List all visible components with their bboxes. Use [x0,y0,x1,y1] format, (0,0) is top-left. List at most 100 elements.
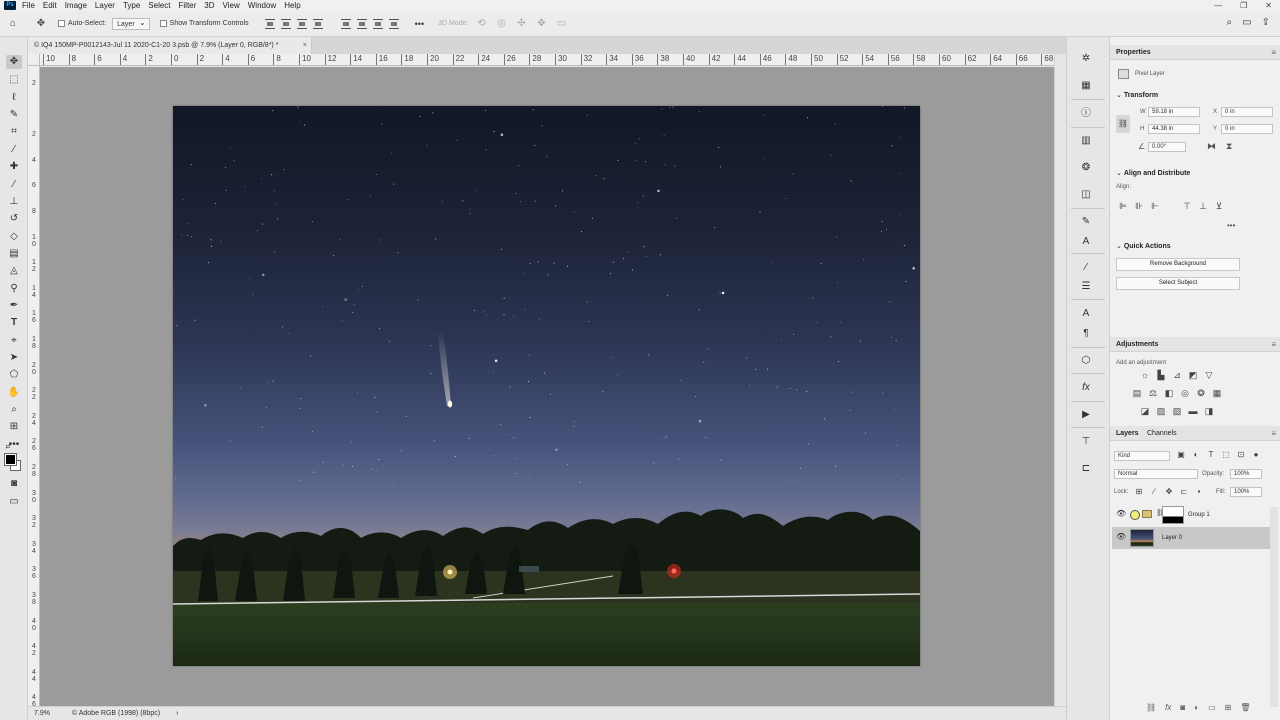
lock-all-icon[interactable]: ▪ [1194,487,1204,496]
lasso-tool-icon[interactable]: ℓ [6,91,22,105]
artboard-tool-icon[interactable]: ⊞ [6,420,22,434]
vertical-ruler[interactable]: 2 2 4 6 8 1 0 1 2 1 4 1 6 1 8 2 0 2 2 2 4 2 6 2 8 3 0 3 … [28,66,40,706]
x-field[interactable]: 0 in [1221,107,1273,117]
selective-color-icon[interactable]: ◨ [1204,406,1214,417]
channel-mixer-icon[interactable]: ❂ [1196,388,1206,399]
menu-file[interactable]: File [22,0,35,11]
curves-icon[interactable]: ⊿ [1172,370,1182,381]
opacity-field[interactable]: 100% [1230,469,1262,479]
color-icon[interactable]: ❂ [1073,161,1099,175]
menu-edit[interactable]: Edit [43,0,57,11]
filter-shape-icon[interactable]: ⬚ [1221,450,1231,459]
layer-row-layer-0[interactable]: 👁 Layer 0 [1112,527,1270,549]
group-mask-thumbnail[interactable] [1162,506,1184,524]
ruler-origin[interactable] [28,54,40,66]
flip-horizontal-icon[interactable]: ⧓ [1207,141,1216,152]
close-button[interactable]: ✕ [1265,0,1272,11]
visibility-eye-icon[interactable]: 👁 [1116,532,1126,541]
move-tool-icon[interactable]: ✥ [6,55,22,69]
align-more-button[interactable]: ••• [1227,221,1235,230]
posterize-icon[interactable]: ▨ [1156,406,1166,417]
color-lookup-icon[interactable]: ▦ [1212,388,1222,399]
menu-filter[interactable]: Filter [179,0,197,11]
menu-type[interactable]: Type [123,0,140,11]
photo-filter-icon[interactable]: ◎ [1180,388,1190,399]
exposure-icon[interactable]: ◩ [1188,370,1198,381]
path-select-tool-icon[interactable]: ⌖ [6,334,22,348]
info-icon[interactable]: ⓘ [1073,107,1099,121]
align-hcenter-icon[interactable] [280,18,291,29]
paragraph-icon[interactable]: ¶ [1073,327,1099,341]
properties-menu-icon[interactable]: ≡ [1271,45,1276,60]
workspace-icon[interactable]: ▭ [1242,17,1251,28]
visibility-eye-icon[interactable]: 👁 [1116,509,1126,518]
filter-toggle-icon[interactable]: ● [1251,450,1261,459]
distribute-h-icon[interactable] [312,18,323,29]
menu-help[interactable]: Help [284,0,300,11]
hue-saturation-icon[interactable]: ▤ [1132,388,1142,399]
navigator-icon[interactable]: ✲ [1073,52,1099,66]
pen-tool-icon[interactable]: ✒ [6,299,22,313]
new-layer-icon[interactable]: ⊞ [1225,703,1232,712]
more-options-button[interactable]: ••• [415,19,424,29]
align-bottom-icon[interactable] [372,18,383,29]
lock-artboard-icon[interactable]: ⊏ [1179,487,1189,496]
filter-smart-icon[interactable]: ⊡ [1236,450,1246,459]
3d-panel-icon[interactable]: ⬡ [1073,354,1099,368]
lock-pixels-icon[interactable]: ∕ [1149,487,1159,496]
quick-select-tool-icon[interactable]: ✎ [6,108,22,122]
panel-align-top-icon[interactable]: ⊤ [1182,201,1192,212]
menu-window[interactable]: Window [248,0,276,11]
path-select-arrow-icon[interactable]: ➤ [6,351,22,365]
tab-channels[interactable]: Channels [1147,426,1177,441]
layer-row-group-1[interactable]: 👁 ⛓ Group 1 [1112,504,1270,526]
auto-select-dropdown[interactable]: Layer [112,17,150,30]
foreground-color-swatch[interactable] [5,454,16,465]
character-icon[interactable]: A [1073,307,1099,321]
share-icon[interactable]: ⇪ [1262,17,1270,28]
close-tab-icon[interactable]: × [303,37,307,54]
document-tab[interactable]: © IQ4 150MP-P0012143-Jul 11 2020-C1-20 3… [28,37,312,54]
status-menu-arrow[interactable]: › [176,707,178,720]
blur-tool-icon[interactable]: ◬ [6,264,22,278]
gradient-tool-icon[interactable]: ▤ [6,247,22,261]
layer-style-fx-icon[interactable]: fx [1165,703,1171,712]
character-styles-icon[interactable]: A [1073,235,1099,249]
new-adjustment-icon[interactable]: ◐ [1194,703,1199,712]
home-icon[interactable]: ⌂ [6,17,20,31]
align-right-icon[interactable] [296,18,307,29]
height-field[interactable]: 44.38 in [1148,124,1200,134]
align-top-icon[interactable] [340,18,351,29]
swap-colors-icon[interactable]: ⇄ [4,440,12,454]
levels-icon[interactable]: ▙ [1156,370,1166,381]
expand-group-chevron-icon[interactable] [1130,510,1140,520]
align-vcenter-icon[interactable] [356,18,367,29]
quick-actions-title[interactable]: Quick Actions [1116,242,1171,250]
filter-type-icon[interactable]: T [1206,450,1216,459]
flip-vertical-icon[interactable]: ⧗ [1226,141,1232,152]
shape-tool-icon[interactable]: ⬠ [6,368,22,382]
brush-settings-icon[interactable]: ⁄ [1073,261,1099,275]
horizontal-ruler[interactable]: 10 8 6 4 2 0 2 4 6 8 10 12 14 16 18 20 22 24 26 28 30 32 34 36 3… [40,54,1054,66]
zoom-tool-icon[interactable]: ⌕ [6,403,22,417]
link-dimensions-icon[interactable]: ⛓ [1116,115,1130,133]
document-image[interactable] [173,106,920,666]
tab-adjustments[interactable]: Adjustments [1116,337,1158,352]
auto-select-checkbox[interactable] [58,20,65,27]
layer-name-group-1[interactable]: Group 1 [1188,504,1210,526]
brightness-icon[interactable]: ☼ [1140,370,1150,381]
select-subject-button[interactable]: Select Subject [1116,277,1240,290]
vibrance-icon[interactable]: ▽ [1204,370,1214,381]
brush-tool-icon[interactable]: ∕ [6,178,22,192]
paragraph-styles-icon[interactable]: ☰ [1073,280,1099,294]
black-white-icon[interactable]: ◧ [1164,388,1174,399]
panel-align-left-icon[interactable]: ⊫ [1118,201,1128,212]
show-transform-checkbox[interactable] [159,20,167,27]
swatches-icon[interactable]: ▥ [1073,134,1099,148]
zoom-level[interactable]: 7.9% [34,707,50,720]
align-section-title[interactable]: Align and Distribute [1116,169,1191,177]
gradient-map-icon[interactable]: ▬ [1188,406,1198,417]
histogram-icon[interactable]: ▦ [1073,79,1099,93]
color-balance-icon[interactable]: ⚖ [1148,388,1158,399]
menu-select[interactable]: Select [148,0,170,11]
